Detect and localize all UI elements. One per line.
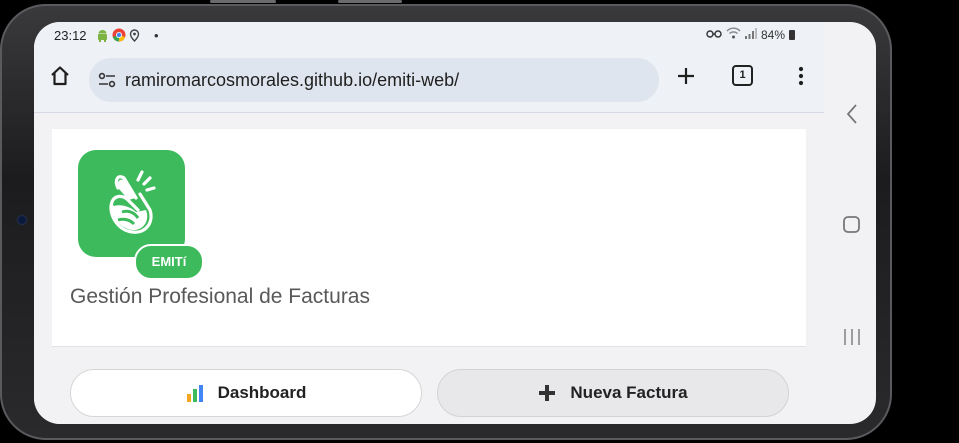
web-page: EMITí Gestión Profesional de Facturas Da… [34,113,824,424]
phone-screen: 23:12 • 84% ramiromarcosmorales.github.i… [34,22,876,424]
chrome-icon [112,28,126,47]
signal-icon [745,27,757,42]
notification-overflow-dot: • [154,28,159,43]
battery-icon [789,29,796,40]
status-bar: 23:12 • 84% [34,22,824,50]
browser-toolbar: ramiromarcosmorales.github.io/emiti-web/… [34,50,824,113]
dashboard-button[interactable]: Dashboard [70,369,422,417]
app-logo [78,150,185,257]
tab-switcher-button[interactable]: 1 [732,65,753,86]
location-icon [129,28,140,47]
dashboard-button-label: Dashboard [217,383,307,402]
home-icon[interactable] [48,64,72,88]
nav-home-icon[interactable] [842,215,862,240]
header-card: EMITí Gestión Profesional de Facturas [52,129,806,347]
key-icon [706,28,722,42]
bar-chart-icon [186,384,204,402]
new-tab-icon[interactable] [674,64,698,88]
divider [52,346,806,347]
more-options-icon[interactable] [789,64,813,88]
page-subtitle: Gestión Profesional de Facturas [70,285,370,308]
front-camera [18,216,26,224]
status-time: 23:12 [54,28,87,43]
address-bar[interactable]: ramiromarcosmorales.github.io/emiti-web/ [89,58,659,102]
site-settings-icon[interactable] [97,70,117,90]
brand-badge: EMITí [134,244,204,280]
new-invoice-button-label: Nueva Factura [570,383,688,402]
new-invoice-button[interactable]: Nueva Factura [437,369,789,417]
url-text[interactable]: ramiromarcosmorales.github.io/emiti-web/ [125,70,459,91]
notification-icons [96,28,140,47]
phone-top-ridge [210,0,276,3]
finger-snap-icon [109,170,156,234]
android-icon [96,29,109,47]
system-status-icons: 84% [706,27,796,42]
phone-top-ridge [338,0,402,3]
nav-back-icon[interactable] [842,102,862,131]
wifi-icon [726,27,741,42]
battery-percent: 84% [761,27,786,42]
plus-icon [538,384,556,402]
nav-recents-icon[interactable] [842,326,862,353]
